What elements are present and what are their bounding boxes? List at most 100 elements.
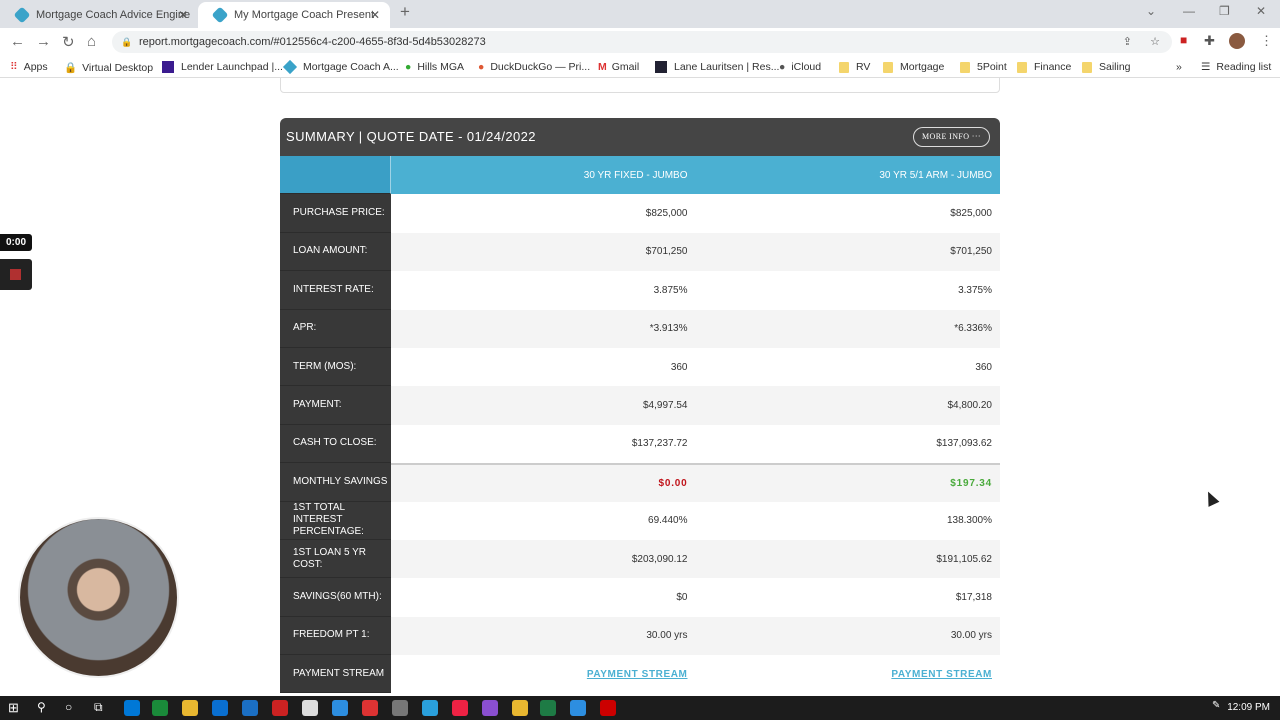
table-row: INTEREST RATE: 3.875% 3.375% — [280, 271, 1000, 310]
taskbar-app-icon[interactable] — [124, 700, 140, 716]
taskbar-app-icon[interactable] — [600, 700, 616, 716]
bookmark[interactable]: 🔒 Virtual Desktop — [64, 61, 153, 75]
more-bookmarks-button[interactable]: » — [1176, 61, 1182, 73]
row-value: $137,093.62 — [695, 424, 1000, 464]
taskbar-app-icon[interactable] — [152, 700, 168, 716]
webcam-overlay — [18, 517, 179, 678]
folder-icon — [960, 61, 970, 73]
close-window-button[interactable]: ✕ — [1256, 4, 1266, 18]
bookmark-folder[interactable]: RV — [839, 61, 870, 73]
bookmark-folder[interactable]: 5Point — [960, 61, 1007, 73]
bookmark[interactable]: ● DuckDuckGo — Pri... — [478, 61, 590, 73]
taskbar-app-icon[interactable] — [570, 700, 586, 716]
bookmark[interactable]: Mortgage Coach A... — [282, 59, 399, 75]
tab-advice-engine[interactable]: Mortgage Coach Advice Engine ✕ — [0, 2, 198, 28]
row-value: $203,090.12 — [391, 539, 696, 579]
restore-button[interactable]: ❐ — [1219, 4, 1230, 18]
table-row: SAVINGS(60 MTH): $0 $17,318 — [280, 578, 1000, 617]
value-text: 3.875% — [653, 284, 688, 296]
search-icon[interactable]: ⚲ — [37, 700, 46, 714]
value-text: $4,800.20 — [947, 400, 993, 412]
payment-stream-link[interactable]: PAYMENT STREAM — [891, 669, 992, 680]
payment-stream-link[interactable]: PAYMENT STREAM — [587, 669, 688, 680]
value-text: $137,093.62 — [936, 438, 992, 450]
clock: 12:09 PM — [1227, 702, 1270, 713]
row-label: SAVINGS(60 MTH): — [280, 578, 391, 617]
tab-search-icon[interactable]: ⌄ — [1146, 4, 1156, 18]
taskbar-app-icon[interactable] — [512, 700, 528, 716]
row-label: LOAN AMOUNT: — [280, 232, 391, 272]
value-text: 69.440% — [648, 515, 688, 527]
bookmark-folder[interactable]: Finance — [1017, 61, 1071, 73]
taskbar-app-icon[interactable] — [242, 700, 258, 716]
table-row: APR: *3.913% *6.336% — [280, 309, 1000, 348]
bookmark-folder[interactable]: Mortgage — [883, 61, 944, 73]
extension-icon[interactable]: ■ — [1180, 33, 1187, 47]
row-label: 1ST LOAN 5 YR COST: — [280, 539, 391, 579]
bookmark-apps[interactable]: ⠿ Apps — [10, 61, 48, 73]
site-icon — [655, 61, 667, 73]
forward-icon[interactable]: → — [36, 33, 51, 50]
bookmark-star-icon[interactable]: ☆ — [1150, 31, 1160, 53]
profile-avatar[interactable] — [1229, 33, 1245, 49]
taskbar-app-icon[interactable] — [212, 700, 228, 716]
gmail-icon: M — [598, 61, 607, 73]
bookmark[interactable]: Lender Launchpad |... — [162, 61, 283, 73]
reload-icon[interactable]: ↻ — [62, 33, 75, 51]
taskbar-app-icon[interactable] — [332, 700, 348, 716]
share-icon[interactable]: ⇪ — [1123, 31, 1132, 53]
row-value: PAYMENT STREAM — [391, 655, 696, 694]
value-text: $17,318 — [955, 591, 992, 603]
row-label: APR: — [280, 309, 391, 348]
taskbar-app-icon[interactable] — [452, 700, 468, 716]
row-value: $191,105.62 — [695, 539, 1000, 579]
value-text: $825,000 — [950, 208, 992, 220]
tab-presentation[interactable]: My Mortgage Coach Presentation✕ — [198, 2, 390, 28]
taskbar-app-icon[interactable] — [362, 700, 378, 716]
pen-icon[interactable]: ✎ — [1212, 700, 1220, 711]
taskbar-app-icon[interactable] — [540, 700, 556, 716]
column-header: 30 YR 5/1 ARM - JUMBO — [695, 156, 1000, 195]
bookmark[interactable]: M Gmail — [598, 61, 639, 73]
bookmark-folder[interactable]: Sailing — [1082, 61, 1131, 73]
previous-card — [280, 78, 1000, 93]
extensions-puzzle-icon[interactable]: ✚ — [1204, 33, 1215, 49]
tab-bar: Mortgage Coach Advice Engine ✕ My Mortgag… — [0, 0, 1280, 28]
minimize-button[interactable]: — — [1183, 4, 1195, 18]
url-input[interactable]: 🔒 report.mortgagecoach.com/#012556c4-c200… — [112, 31, 1172, 53]
bookmark[interactable]: Lane Lauritsen | Res... — [655, 61, 779, 73]
value-text: $203,090.12 — [631, 553, 688, 565]
more-info-button[interactable]: MORE INFO ··· — [913, 127, 990, 147]
taskbar-app-icon[interactable] — [482, 700, 498, 716]
taskbar-app-icon[interactable] — [302, 700, 318, 716]
cortana-icon[interactable]: ○ — [65, 700, 72, 714]
tab-title: My Mortgage Coach Presentation — [234, 9, 374, 21]
task-view-icon[interactable]: ⧉ — [94, 700, 103, 715]
close-tab-icon[interactable]: ✕ — [178, 8, 188, 22]
reading-list-icon: ☰ — [1201, 61, 1211, 73]
taskbar-app-icon[interactable] — [422, 700, 438, 716]
row-value: *3.913% — [391, 309, 696, 348]
bookmark[interactable]: ● iCloud — [779, 61, 821, 73]
apps-grid-icon: ⠿ — [10, 61, 18, 73]
close-tab-icon[interactable]: ✕ — [370, 8, 380, 22]
row-label: MONTHLY SAVINGS — [280, 463, 391, 502]
menu-icon[interactable]: ⋮ — [1260, 33, 1273, 49]
windows-start-icon[interactable]: ⊞ — [8, 700, 19, 716]
taskbar-app-icon[interactable] — [182, 700, 198, 716]
value-text: $701,250 — [645, 246, 688, 258]
table-row: 1ST TOTAL INTEREST PERCENTAGE: 69.440% 138… — [280, 501, 1000, 540]
taskbar-app-icon[interactable] — [392, 700, 408, 716]
reading-list-button[interactable]: ☰ Reading list — [1201, 61, 1271, 73]
bookmark[interactable]: ● Hills MGA — [405, 61, 464, 73]
stop-recording-button[interactable] — [0, 259, 32, 290]
column-header-row: 30 YR FIXED - JUMBO 30 YR 5/1 ARM - JUMB… — [280, 156, 1000, 195]
value-text: 3.375% — [958, 284, 992, 296]
value-text: $0.00 — [658, 477, 688, 489]
value-text: $701,250 — [950, 246, 992, 258]
url-text: report.mortgagecoach.com/#012556c4-c200-… — [139, 36, 486, 48]
back-icon[interactable]: ← — [10, 33, 25, 50]
home-icon[interactable]: ⌂ — [87, 33, 96, 50]
new-tab-button[interactable]: + — [400, 2, 410, 22]
taskbar-app-icon[interactable] — [272, 700, 288, 716]
